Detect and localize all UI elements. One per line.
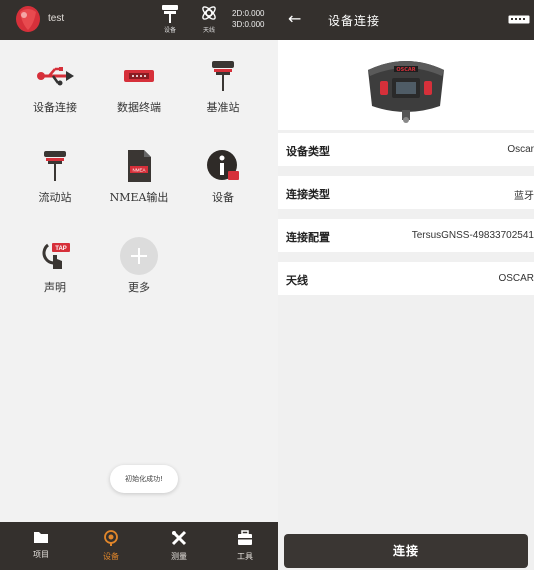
device-connect-panel: ← 设备连接 OSCAR 设备类型 Oscar 连接类型 蓝牙 连接配置 Ter… bbox=[278, 0, 534, 570]
row-key: 设备类型 bbox=[286, 145, 330, 158]
coord-2d: 2D:0.000 bbox=[232, 9, 265, 18]
nav-label: 工具 bbox=[237, 552, 253, 561]
coordinate-readout: 2D:0.000 3D:0.000 bbox=[232, 8, 264, 30]
satellite-icon bbox=[202, 6, 216, 20]
gnss-receiver-image: OSCAR bbox=[368, 61, 444, 123]
connect-button[interactable]: 连接 bbox=[284, 534, 528, 568]
main-panel: test 设备 天线 2D:0.000 3D:0.000 设备连接 数据终端 基… bbox=[0, 0, 278, 570]
tile-label: 基准站 bbox=[206, 101, 240, 114]
device-icon bbox=[104, 530, 118, 546]
tile-label: 设备 bbox=[212, 191, 234, 204]
tile-rover[interactable]: 流动站 bbox=[10, 130, 100, 210]
toast-message: 初始化成功! bbox=[110, 465, 178, 493]
project-name: test bbox=[48, 13, 65, 24]
tile-label: NMEA输出 bbox=[109, 191, 169, 204]
survey-icon bbox=[171, 530, 187, 546]
device-brand-label: OSCAR bbox=[396, 67, 415, 73]
page-title: 设备连接 bbox=[328, 14, 381, 28]
tile-label: 声明 bbox=[44, 281, 66, 294]
sky-caption: 天线 bbox=[202, 27, 215, 34]
tile-device-connect[interactable]: 设备连接 bbox=[10, 40, 100, 120]
data-terminal-icon bbox=[124, 70, 154, 82]
folder-icon bbox=[34, 532, 48, 543]
tile-device-info[interactable]: 设备 bbox=[178, 130, 268, 210]
detail-top-bar: ← 设备连接 bbox=[278, 0, 534, 40]
device-status-button[interactable]: 设备 bbox=[157, 4, 183, 34]
nav-project[interactable]: 项目 bbox=[14, 530, 68, 560]
nmea-document-icon: NMEA bbox=[128, 150, 151, 182]
tile-nmea-output[interactable]: NMEA NMEA输出 bbox=[94, 130, 184, 210]
rover-icon bbox=[44, 151, 66, 181]
nav-device[interactable]: 设备 bbox=[84, 530, 138, 562]
tile-label: 设备连接 bbox=[33, 101, 77, 114]
base-station-icon bbox=[212, 61, 234, 91]
svg-text:TAP: TAP bbox=[55, 246, 67, 252]
tile-label: 更多 bbox=[128, 281, 150, 294]
nav-label: 测量 bbox=[171, 552, 187, 561]
keyboard-icon[interactable] bbox=[508, 15, 530, 24]
satellite-status-button[interactable]: 天线 bbox=[196, 4, 222, 34]
row-value: OSCAR bbox=[498, 273, 534, 284]
plus-icon bbox=[120, 237, 158, 275]
usb-icon bbox=[37, 67, 74, 86]
tile-label: 流动站 bbox=[38, 191, 72, 204]
row-key: 天线 bbox=[286, 274, 308, 287]
antenna-icon bbox=[162, 5, 178, 23]
top-bar: test 设备 天线 2D:0.000 3D:0.000 bbox=[0, 0, 278, 40]
toolbox-icon bbox=[238, 530, 252, 545]
row-antenna[interactable]: 天线 OSCAR bbox=[278, 262, 534, 295]
nav-label: 项目 bbox=[33, 550, 49, 559]
tile-statement[interactable]: TAP 声明 bbox=[10, 220, 100, 300]
back-arrow-icon[interactable]: ← bbox=[288, 9, 301, 28]
device-info-icon bbox=[207, 150, 239, 180]
row-value: 蓝牙 bbox=[514, 191, 534, 202]
row-device-type[interactable]: 设备类型 Oscar bbox=[278, 133, 534, 166]
shield-logo-icon[interactable] bbox=[14, 4, 42, 34]
tile-data-terminal[interactable]: 数据终端 bbox=[94, 40, 184, 120]
svg-text:NMEA: NMEA bbox=[132, 168, 145, 173]
row-key: 连接类型 bbox=[286, 188, 330, 201]
tile-more[interactable]: 更多 bbox=[94, 220, 184, 300]
device-image-area: OSCAR bbox=[278, 40, 534, 130]
row-value: Oscar bbox=[507, 144, 534, 155]
nav-label: 设备 bbox=[103, 552, 119, 561]
row-key: 连接配置 bbox=[286, 231, 330, 244]
row-value: TersusGNSS-49833702541 bbox=[411, 230, 534, 241]
nav-survey[interactable]: 测量 bbox=[152, 530, 206, 562]
row-connection-type[interactable]: 连接类型 蓝牙 bbox=[278, 176, 534, 209]
tile-base-station[interactable]: 基准站 bbox=[178, 40, 268, 120]
nav-tools[interactable]: 工具 bbox=[218, 530, 272, 562]
bottom-navigation: 项目 设备 测量 工具 bbox=[0, 522, 278, 570]
row-connection-config[interactable]: 连接配置 TersusGNSS-49833702541 bbox=[278, 219, 534, 252]
coord-3d: 3D:0.000 bbox=[232, 20, 265, 29]
tap-icon: TAP bbox=[42, 243, 70, 269]
device-caption: 设备 bbox=[163, 27, 176, 34]
tile-label: 数据终端 bbox=[117, 101, 161, 114]
